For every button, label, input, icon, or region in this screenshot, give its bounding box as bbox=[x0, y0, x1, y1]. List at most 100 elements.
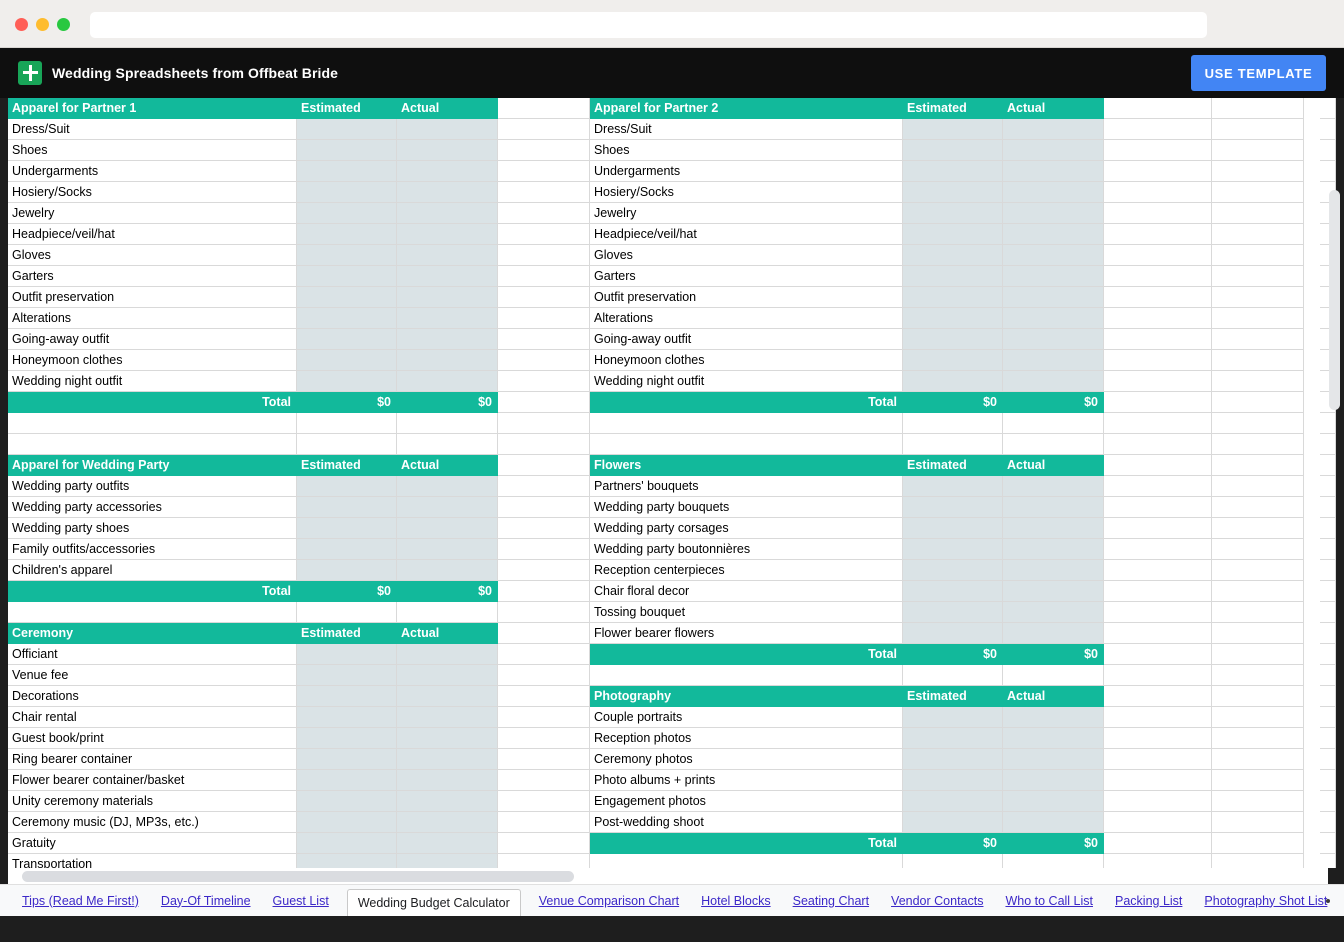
estimated-input-cell[interactable] bbox=[903, 812, 1003, 833]
estimated-input-cell[interactable] bbox=[903, 497, 1003, 518]
line-item-label[interactable]: Going-away outfit bbox=[8, 329, 297, 350]
cell-empty[interactable] bbox=[1104, 434, 1212, 455]
actual-input-cell[interactable] bbox=[397, 329, 498, 350]
cell-empty[interactable] bbox=[1320, 119, 1336, 140]
cell-empty[interactable] bbox=[1212, 812, 1304, 833]
cell-empty[interactable] bbox=[498, 518, 590, 539]
line-item-label[interactable]: Transportation bbox=[8, 854, 297, 868]
cell-empty[interactable] bbox=[1104, 140, 1212, 161]
cell-empty[interactable] bbox=[1104, 371, 1212, 392]
cell-empty[interactable] bbox=[1320, 623, 1336, 644]
tab-overflow-dot-icon[interactable] bbox=[1326, 899, 1330, 903]
sheet-tab-day-of-timeline[interactable]: Day-Of Timeline bbox=[161, 885, 251, 917]
cell-empty[interactable] bbox=[1104, 602, 1212, 623]
actual-input-cell[interactable] bbox=[1003, 119, 1104, 140]
cell-empty[interactable] bbox=[1212, 308, 1304, 329]
actual-input-cell[interactable] bbox=[397, 182, 498, 203]
spreadsheet-viewport[interactable]: Apparel for Partner 1EstimatedActualAppa… bbox=[8, 98, 1336, 868]
actual-input-cell[interactable] bbox=[397, 224, 498, 245]
line-item-label[interactable]: Dress/Suit bbox=[8, 119, 297, 140]
cell-empty[interactable] bbox=[1320, 560, 1336, 581]
actual-input-cell[interactable] bbox=[1003, 602, 1104, 623]
cell-empty[interactable] bbox=[1104, 413, 1212, 434]
estimated-input-cell[interactable] bbox=[297, 182, 397, 203]
line-item-label[interactable]: Wedding night outfit bbox=[590, 371, 903, 392]
cell-empty[interactable] bbox=[1104, 182, 1212, 203]
line-item-label[interactable]: Garters bbox=[590, 266, 903, 287]
cell-empty[interactable] bbox=[1104, 644, 1212, 665]
cell-empty[interactable] bbox=[498, 770, 590, 791]
line-item-label[interactable]: Outfit preservation bbox=[8, 287, 297, 308]
cell-empty[interactable] bbox=[397, 434, 498, 455]
cell-empty[interactable] bbox=[498, 329, 590, 350]
estimated-input-cell[interactable] bbox=[297, 497, 397, 518]
actual-input-cell[interactable] bbox=[397, 707, 498, 728]
actual-input-cell[interactable] bbox=[397, 728, 498, 749]
cell-empty[interactable] bbox=[903, 413, 1003, 434]
cell-empty[interactable] bbox=[1212, 203, 1304, 224]
estimated-input-cell[interactable] bbox=[297, 854, 397, 868]
line-item-label[interactable]: Partners' bouquets bbox=[590, 476, 903, 497]
estimated-input-cell[interactable] bbox=[297, 287, 397, 308]
actual-input-cell[interactable] bbox=[397, 245, 498, 266]
line-item-label[interactable]: Undergarments bbox=[590, 161, 903, 182]
estimated-input-cell[interactable] bbox=[903, 119, 1003, 140]
line-item-label[interactable]: Wedding party outfits bbox=[8, 476, 297, 497]
cell-empty[interactable] bbox=[1320, 602, 1336, 623]
estimated-input-cell[interactable] bbox=[297, 224, 397, 245]
line-item-label[interactable]: Dress/Suit bbox=[590, 119, 903, 140]
cell-empty[interactable] bbox=[1104, 203, 1212, 224]
cell-empty[interactable] bbox=[498, 287, 590, 308]
cell-empty[interactable] bbox=[498, 350, 590, 371]
estimated-input-cell[interactable] bbox=[297, 707, 397, 728]
cell-empty[interactable] bbox=[1104, 266, 1212, 287]
line-item-label[interactable]: Family outfits/accessories bbox=[8, 539, 297, 560]
minimize-window-button[interactable] bbox=[36, 18, 49, 31]
cell-empty[interactable] bbox=[1212, 518, 1304, 539]
cell-empty[interactable] bbox=[1104, 665, 1212, 686]
cell-empty[interactable] bbox=[590, 665, 903, 686]
cell-empty[interactable] bbox=[1212, 140, 1304, 161]
section-header-right[interactable]: Flowers bbox=[590, 455, 903, 476]
cell-empty[interactable] bbox=[498, 707, 590, 728]
total-row-label[interactable]: Total bbox=[590, 833, 903, 854]
line-item-label[interactable]: Undergarments bbox=[8, 161, 297, 182]
address-bar-input[interactable] bbox=[90, 12, 1207, 38]
actual-input-cell[interactable] bbox=[1003, 623, 1104, 644]
cell-empty[interactable] bbox=[903, 854, 1003, 868]
estimated-input-cell[interactable] bbox=[903, 560, 1003, 581]
cell-empty[interactable] bbox=[498, 266, 590, 287]
estimated-input-cell[interactable] bbox=[297, 812, 397, 833]
column-header-actual[interactable]: Actual bbox=[1003, 686, 1104, 707]
section-header-left[interactable]: Apparel for Wedding Party bbox=[8, 455, 297, 476]
cell-empty[interactable] bbox=[1320, 497, 1336, 518]
estimated-input-cell[interactable] bbox=[297, 266, 397, 287]
cell-empty[interactable] bbox=[1212, 623, 1304, 644]
actual-input-cell[interactable] bbox=[397, 203, 498, 224]
cell-empty[interactable] bbox=[590, 434, 903, 455]
cell-empty[interactable] bbox=[498, 161, 590, 182]
line-item-label[interactable]: Gloves bbox=[590, 245, 903, 266]
estimated-input-cell[interactable] bbox=[297, 770, 397, 791]
actual-input-cell[interactable] bbox=[1003, 560, 1104, 581]
actual-input-cell[interactable] bbox=[397, 161, 498, 182]
cell-empty[interactable] bbox=[498, 812, 590, 833]
column-header-estimated[interactable]: Estimated bbox=[903, 686, 1003, 707]
cell-empty[interactable] bbox=[1104, 476, 1212, 497]
sheet-tab-vendor-contacts[interactable]: Vendor Contacts bbox=[891, 885, 983, 917]
line-item-label[interactable]: Shoes bbox=[8, 140, 297, 161]
cell-empty[interactable] bbox=[498, 539, 590, 560]
sheet-tab-seating-chart[interactable]: Seating Chart bbox=[793, 885, 869, 917]
cell-empty[interactable] bbox=[498, 182, 590, 203]
line-item-label[interactable]: Decorations bbox=[8, 686, 297, 707]
line-item-label[interactable]: Wedding party bouquets bbox=[590, 497, 903, 518]
actual-input-cell[interactable] bbox=[1003, 371, 1104, 392]
estimated-input-cell[interactable] bbox=[903, 140, 1003, 161]
section-header-right[interactable]: Photography bbox=[590, 686, 903, 707]
cell-empty[interactable] bbox=[903, 665, 1003, 686]
estimated-input-cell[interactable] bbox=[297, 350, 397, 371]
line-item-label[interactable]: Hosiery/Socks bbox=[590, 182, 903, 203]
cell-empty[interactable] bbox=[8, 413, 297, 434]
cell-empty[interactable] bbox=[1104, 686, 1212, 707]
cell-empty[interactable] bbox=[1104, 119, 1212, 140]
